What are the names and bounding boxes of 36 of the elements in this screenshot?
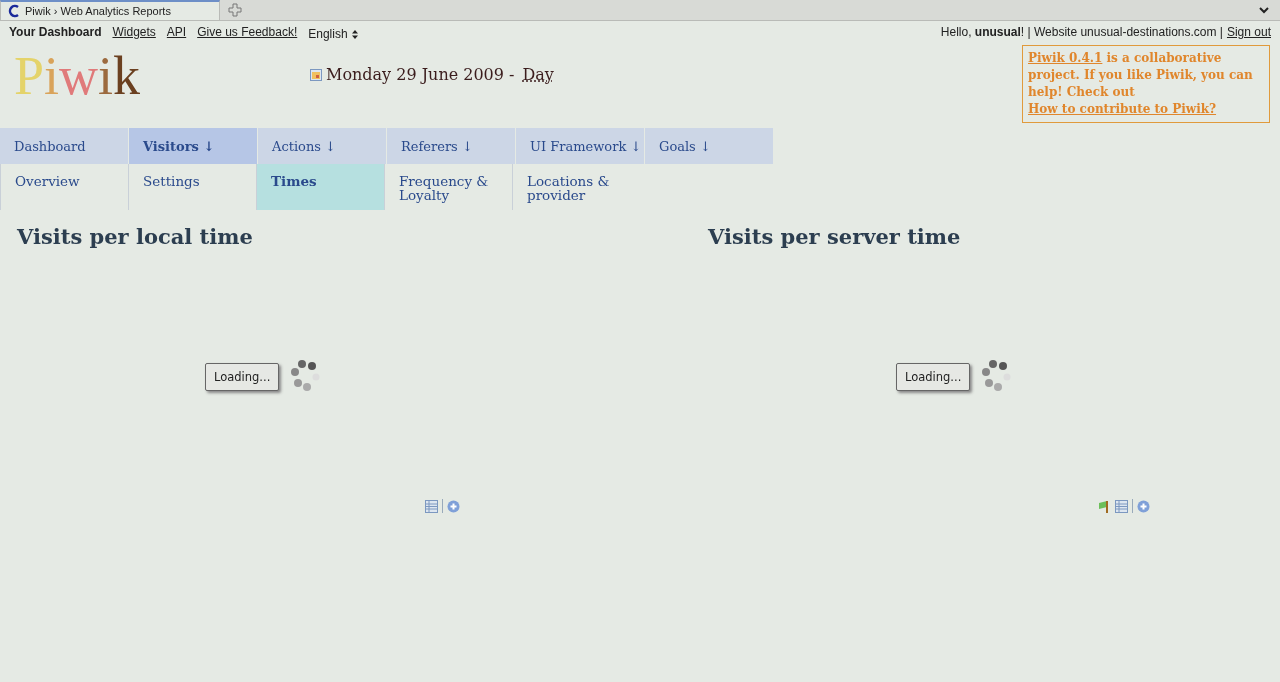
language-select[interactable]: English: [308, 25, 358, 43]
sort-arrows-icon: [351, 29, 358, 39]
menu-tab[interactable]: Referers ↓: [387, 128, 516, 164]
submenu-item[interactable]: Times: [256, 164, 384, 210]
loading-message: Loading...: [896, 363, 971, 391]
period-link[interactable]: Day: [522, 65, 554, 84]
logo: Piwik: [14, 46, 141, 106]
new-tab-icon[interactable]: [228, 3, 242, 17]
widget-title: Visits per server time: [708, 224, 962, 249]
chevron-down-icon[interactable]: [1258, 4, 1270, 16]
submenu-item[interactable]: Frequency & Loyalty: [384, 164, 512, 210]
menu-tab[interactable]: UI Framework ↓: [516, 128, 645, 164]
menu-tab[interactable]: Goals ↓: [645, 128, 774, 164]
promo-box: Piwik 0.4.1 is a collaborative project. If you like Piwik, you can help! Check out How to contribute to Piwik?: [1022, 45, 1270, 123]
flag-icon[interactable]: [1098, 499, 1111, 513]
nav-link[interactable]: Give us Feedback!: [197, 25, 298, 43]
nav-link[interactable]: Widgets: [112, 25, 156, 43]
nav-link[interactable]: API: [166, 25, 187, 43]
menu-tab[interactable]: Dashboard: [0, 128, 129, 164]
submenu-item[interactable]: Overview: [0, 164, 128, 210]
plus-icon[interactable]: [1137, 499, 1150, 513]
table-icon[interactable]: [1115, 499, 1128, 513]
submenu-item[interactable]: Locations & provider: [512, 164, 640, 210]
nav-current-item[interactable]: Your Dashboard: [9, 25, 102, 43]
plus-icon[interactable]: [447, 499, 460, 513]
menu-tab[interactable]: Visitors ↓: [129, 128, 258, 164]
date-text: Monday 29 June 2009 -: [326, 65, 515, 84]
table-icon[interactable]: [425, 499, 438, 513]
browser-tab[interactable]: Piwik › Web Analytics Reports: [0, 0, 220, 20]
loading-message: Loading...: [205, 363, 280, 391]
site-logo-icon: [7, 4, 21, 18]
greeting-text: Hello, unusual! | Website unusual-destinations.com |: [940, 25, 1223, 41]
menu-tab[interactable]: Actions ↓: [258, 128, 387, 164]
widget-title: Visits per local time: [17, 224, 254, 249]
calendar-icon[interactable]: [310, 68, 322, 81]
sign-out-link[interactable]: Sign out: [1226, 25, 1271, 43]
